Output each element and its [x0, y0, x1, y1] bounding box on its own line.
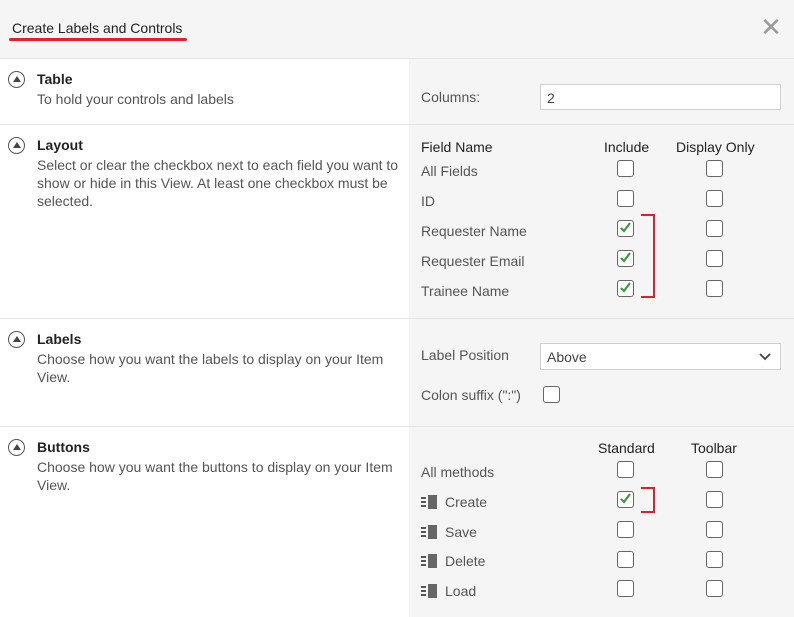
method-icon [421, 525, 437, 539]
display-only-header: Display Only [676, 139, 755, 155]
toolbar-header: Toolbar [691, 440, 737, 456]
standard-save-checkbox[interactable] [617, 521, 634, 538]
field-row-label: Requester Name [421, 223, 527, 239]
include-trainee-name-checkbox[interactable] [617, 280, 634, 297]
standard-create-checkbox[interactable] [617, 491, 634, 508]
include-header: Include [604, 139, 650, 155]
colon-suffix-label: Colon suffix (":") [421, 387, 521, 403]
close-icon[interactable]: ✕ [758, 14, 784, 40]
include-requester-name-checkbox[interactable] [617, 220, 634, 237]
layout-section: Layout Select or clear the checkbox next… [0, 125, 794, 319]
layout-section-title: Layout [37, 137, 83, 153]
method-label: Create [445, 494, 488, 510]
checkmark-icon [620, 222, 631, 233]
table-section-title: Table [37, 71, 73, 87]
dialog-header: Create Labels and Controls ✕ [0, 0, 794, 59]
label-position-select[interactable]: Above [540, 343, 781, 370]
layout-section-description: Select or clear the checkbox next to eac… [37, 157, 399, 209]
label-position-label: Label Position [421, 347, 509, 363]
display-only-requester-email-checkbox[interactable] [706, 250, 723, 267]
colon-suffix-checkbox[interactable] [543, 386, 560, 403]
method-icon [421, 495, 437, 509]
method-icon [421, 554, 437, 568]
standard-all-methods-checkbox[interactable] [617, 461, 634, 478]
table-section: Table To hold your controls and labels C… [0, 59, 794, 125]
highlight-bracket [641, 487, 655, 513]
display-only-trainee-name-checkbox[interactable] [706, 280, 723, 297]
method-label: Delete [445, 553, 486, 569]
table-section-description: To hold your controls and labels [37, 91, 234, 107]
columns-input[interactable]: 2 [540, 84, 781, 110]
standard-header: Standard [598, 440, 655, 456]
method-label: Save [445, 524, 477, 540]
toolbar-delete-checkbox[interactable] [706, 551, 723, 568]
display-only-all-fields-checkbox[interactable] [706, 160, 723, 177]
checkmark-icon [620, 282, 631, 293]
toolbar-create-checkbox[interactable] [706, 491, 723, 508]
labels-section-description: Choose how you want the labels to displa… [37, 351, 384, 385]
toolbar-all-methods-checkbox[interactable] [706, 461, 723, 478]
label-position-value: Above [547, 349, 587, 365]
display-only-id-checkbox[interactable] [706, 190, 723, 207]
collapse-layout-icon[interactable] [8, 137, 25, 154]
checkmark-icon [620, 493, 631, 504]
checkmark-icon [620, 252, 631, 263]
labels-section: Labels Choose how you want the labels to… [0, 319, 794, 427]
method-label: Load [445, 583, 477, 599]
method-icon [421, 584, 437, 598]
labels-section-title: Labels [37, 331, 82, 347]
field-row-label: All Fields [421, 163, 478, 179]
include-requester-email-checkbox[interactable] [617, 250, 634, 267]
collapse-buttons-icon[interactable] [8, 439, 25, 456]
buttons-section: Buttons Choose how you want the buttons … [0, 427, 794, 617]
highlight-bracket [641, 214, 655, 298]
field-row-label: Trainee Name [421, 283, 510, 299]
field-row-label: Requester Email [421, 253, 525, 269]
dialog-title: Create Labels and Controls [12, 20, 183, 36]
buttons-section-description: Choose how you want the buttons to displ… [37, 459, 393, 493]
title-underline [9, 38, 187, 41]
field-name-header: Field Name [421, 139, 493, 155]
buttons-section-title: Buttons [37, 439, 90, 455]
include-id-checkbox[interactable] [617, 190, 634, 207]
standard-delete-checkbox[interactable] [617, 551, 634, 568]
toolbar-save-checkbox[interactable] [706, 521, 723, 538]
display-only-requester-name-checkbox[interactable] [706, 220, 723, 237]
all-methods-label: All methods [421, 464, 495, 480]
field-row-label: ID [421, 193, 435, 209]
chevron-down-icon [759, 353, 771, 361]
columns-label: Columns: [421, 89, 481, 105]
collapse-labels-icon[interactable] [8, 331, 25, 348]
standard-load-checkbox[interactable] [617, 580, 634, 597]
collapse-table-icon[interactable] [8, 71, 25, 88]
include-all-fields-checkbox[interactable] [617, 160, 634, 177]
toolbar-load-checkbox[interactable] [706, 580, 723, 597]
